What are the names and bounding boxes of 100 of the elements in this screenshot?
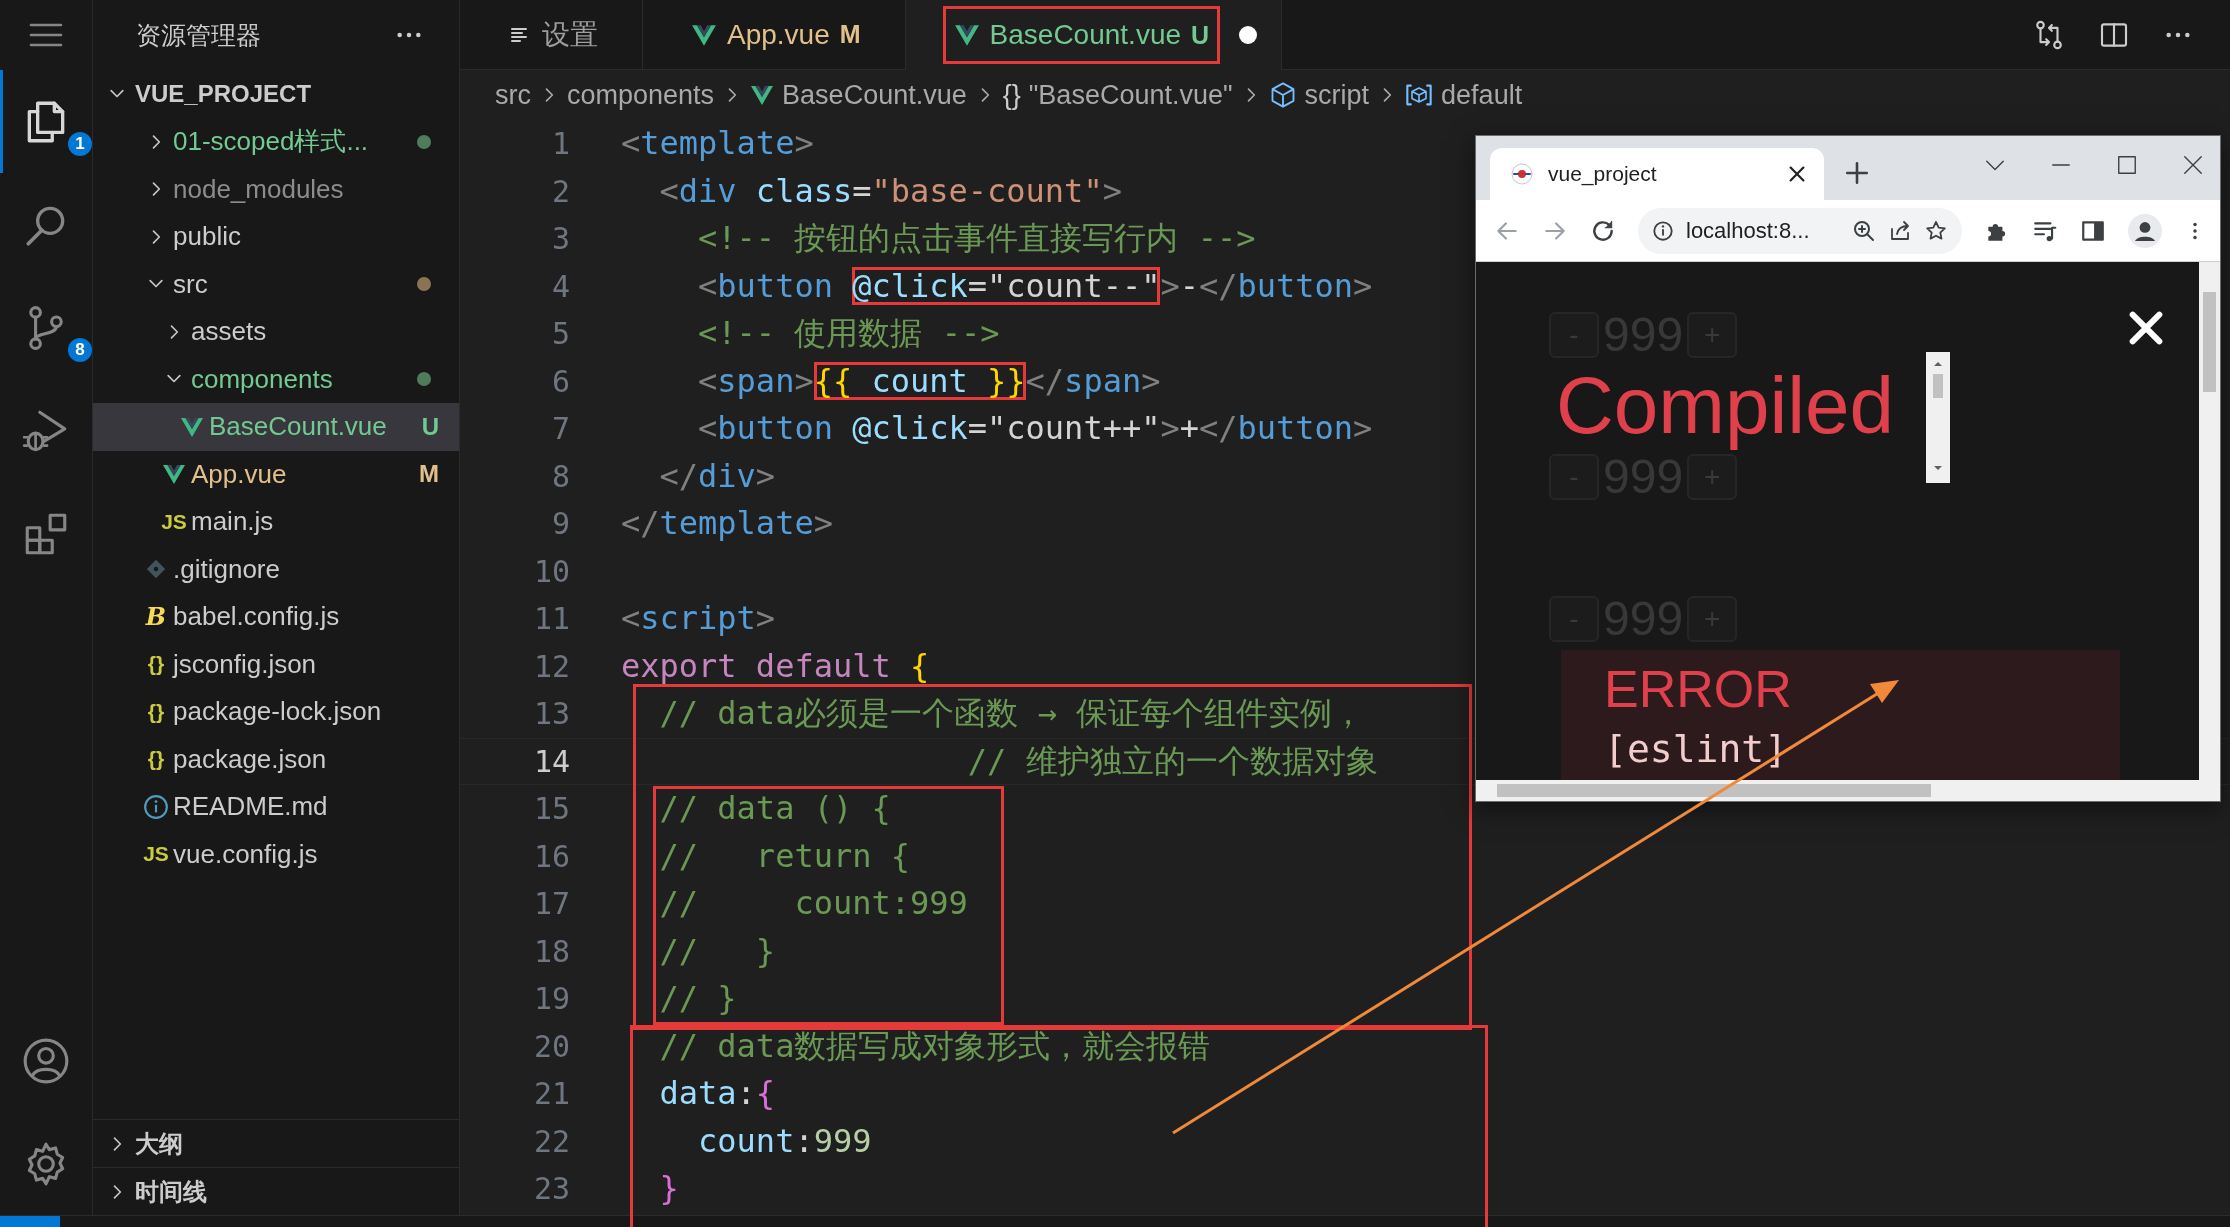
breadcrumb-item[interactable]: BaseCount.vue — [782, 79, 967, 111]
tree-item[interactable]: BaseCount.vue U — [93, 403, 459, 451]
line-number: 9 — [550, 506, 570, 542]
tree-item[interactable]: {} package.json — [93, 735, 459, 783]
editor-tab[interactable]: App.vue M — [643, 0, 906, 69]
code-line: // } — [658, 978, 737, 1020]
browser-tab[interactable]: vue_project — [1490, 148, 1824, 200]
line-number: 8 — [550, 458, 570, 494]
share-icon[interactable] — [1888, 218, 1912, 243]
code-line: // data必须是一个函数 → 保证每个组件实例， — [658, 693, 1365, 735]
tree-item[interactable]: 01-scoped样式... — [93, 118, 459, 166]
status-letter: M — [419, 460, 439, 489]
code-line: } — [658, 1168, 679, 1210]
code-line: count:999 — [697, 1120, 872, 1162]
braces-icon: {} — [1002, 79, 1021, 111]
tree-item[interactable]: JS vue.config.js — [93, 830, 459, 878]
code-line: export default { — [621, 645, 930, 687]
breadcrumb-item[interactable]: components — [567, 79, 715, 111]
code-line: <div class="base-count"> — [658, 170, 1122, 212]
file-type-icon: JS — [143, 842, 169, 867]
breadcrumb-item[interactable]: script — [1304, 79, 1370, 111]
overlay-title: Compiled — [1556, 360, 1894, 452]
line-number: 13 — [532, 696, 570, 732]
code-line: <!-- 按钮的点击事件直接写行内 --> — [697, 218, 1256, 260]
line-number: 18 — [532, 933, 570, 969]
file-type-icon: {} — [147, 699, 165, 724]
line-number: 16 — [532, 838, 570, 874]
tree-item[interactable]: JS main.js — [93, 498, 459, 546]
code-line: // count:999 — [658, 883, 968, 925]
code-line: // data () { — [658, 788, 891, 830]
info-icon — [143, 793, 169, 820]
line-number: 2 — [550, 173, 570, 209]
scrollbar[interactable] — [1476, 780, 2220, 801]
code-line: <button @click="count++">+</button> — [697, 408, 1373, 450]
tree-item[interactable]: {} package-lock.json — [93, 688, 459, 736]
tree-item[interactable]: assets — [93, 308, 459, 356]
file-type-icon: {} — [147, 747, 165, 772]
tree-item[interactable]: {} jsconfig.json — [93, 640, 459, 688]
breadcrumb-item[interactable]: default — [1441, 79, 1523, 111]
sidebar-title: 资源管理器 — [136, 19, 261, 51]
vue-icon — [953, 22, 980, 48]
breadcrumb-item[interactable]: src — [495, 79, 531, 111]
error-label: ERROR — [1604, 660, 1793, 720]
code-line: <script> — [621, 598, 776, 640]
tree-item[interactable]: public — [93, 213, 459, 261]
line-number: 4 — [550, 268, 570, 304]
notification-badge: 8 — [68, 338, 92, 362]
code-line: // } — [658, 930, 776, 972]
code-line: </template> — [621, 503, 833, 545]
favicon-icon — [1510, 162, 1534, 186]
error-detail: [eslint] — [1604, 727, 1789, 772]
code-line: <template> — [621, 123, 814, 165]
project-header[interactable]: VUE_PROJECT — [93, 70, 459, 118]
tree-item[interactable]: B babel.config.js — [93, 593, 459, 641]
line-number: 14 — [532, 743, 570, 779]
code-line: data:{ — [658, 1073, 776, 1115]
avatar-icon[interactable] — [2128, 213, 2162, 248]
status-letter: U — [421, 412, 439, 441]
line-number: 11 — [532, 601, 570, 637]
file-type-icon: {} — [147, 652, 165, 677]
code-line: <!-- 使用数据 --> — [697, 313, 1000, 355]
line-number: 21 — [532, 1076, 570, 1112]
info-icon — [1652, 219, 1674, 242]
scrollbar[interactable] — [1926, 352, 1950, 483]
tree-item[interactable]: App.vue M — [93, 450, 459, 498]
zoom-icon[interactable] — [1852, 218, 1876, 243]
notification-badge: 1 — [68, 132, 92, 156]
editor-tab[interactable]: 设置 — [460, 0, 643, 69]
tree-item[interactable]: components — [93, 355, 459, 403]
tree-item[interactable]: .gitignore — [93, 545, 459, 593]
scrollbar[interactable] — [2199, 262, 2220, 780]
code-line: </div> — [658, 455, 776, 497]
line-number: 5 — [550, 316, 570, 352]
line-number: 3 — [550, 221, 570, 257]
close-icon[interactable] — [1786, 163, 1808, 185]
file-type-icon: B — [145, 602, 167, 632]
line-number: 10 — [532, 553, 570, 589]
editor-tab[interactable]: BaseCount.vue U — [905, 0, 1283, 70]
tree-item[interactable]: node_modules — [93, 165, 459, 213]
tree-item[interactable]: src — [93, 260, 459, 308]
code-line: // return { — [658, 835, 910, 877]
close-icon[interactable] — [2182, 154, 2204, 176]
line-number: 12 — [532, 648, 570, 684]
line-number: 23 — [532, 1171, 570, 1207]
line-number: 22 — [532, 1123, 570, 1159]
line-number: 19 — [532, 981, 570, 1017]
code-line: <span>{{ count }}</span> — [697, 360, 1161, 402]
address-bar[interactable]: localhost:8... — [1638, 207, 1962, 254]
plus-icon[interactable] — [1844, 160, 1870, 186]
panel-section-header[interactable]: 大纲 — [93, 1119, 459, 1167]
line-number: 15 — [532, 791, 570, 827]
star-icon[interactable] — [1924, 218, 1948, 243]
file-type-icon: JS — [161, 509, 187, 534]
line-number: 1 — [550, 126, 570, 162]
diamond-icon — [145, 558, 167, 581]
tree-item[interactable]: README.md — [93, 783, 459, 831]
maximize-icon[interactable] — [2116, 154, 2138, 176]
breadcrumb-item[interactable]: "BaseCount.vue" — [1028, 79, 1233, 111]
vue-icon — [750, 83, 775, 107]
line-number: 7 — [550, 411, 570, 447]
